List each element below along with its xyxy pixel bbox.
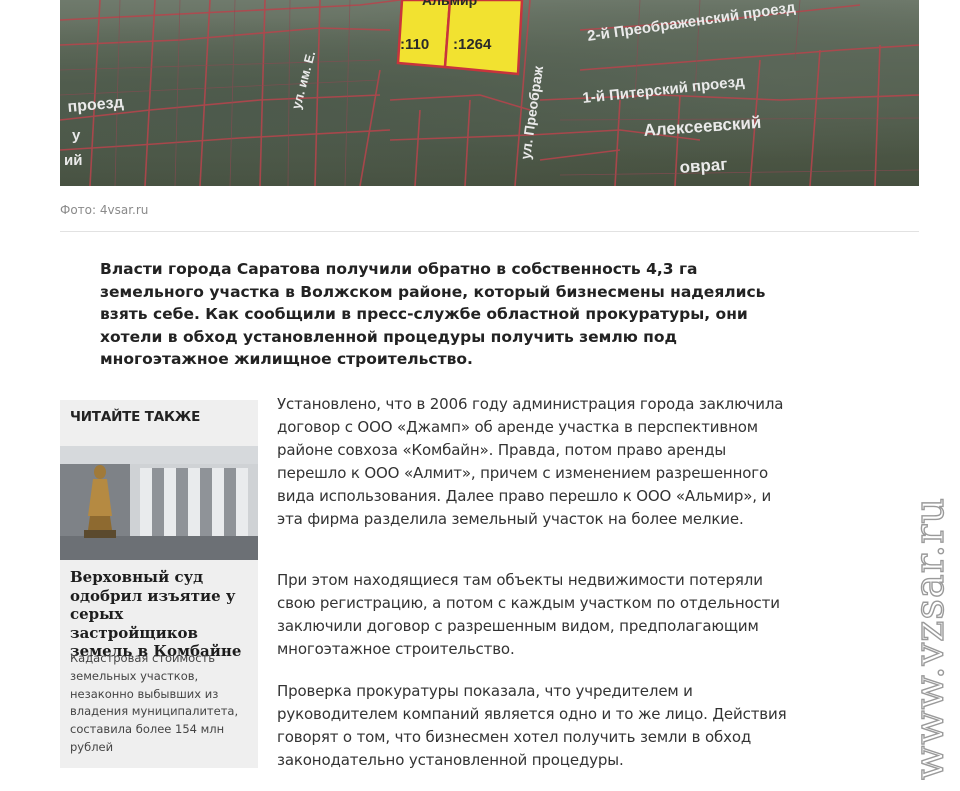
site-watermark: www.vzsar.ru <box>906 496 953 780</box>
court-building-image <box>60 446 258 560</box>
plot-label-110: :110 <box>400 36 429 53</box>
read-also-title[interactable]: Верховный суд одобрил изъятие у серых за… <box>70 568 252 661</box>
article-paragraph: При этом находящиеся там объекты недвижи… <box>277 571 780 658</box>
watermark-text: www.vzsar.ru <box>907 497 953 780</box>
read-also-card[interactable]: ЧИТАЙТЕ ТАКЖЕ Верховный суд одобрил изъя… <box>60 400 258 768</box>
plot-label-1264: :1264 <box>453 36 492 53</box>
article-paragraph: Проверка прокуратуры показала, что учред… <box>277 682 787 769</box>
divider <box>60 231 919 232</box>
map-label-y: у <box>72 127 81 144</box>
map-label-proezd: проезд <box>67 94 124 116</box>
article-lead: Власти города Саратова получили обратно … <box>100 260 766 368</box>
article-paragraph: Установлено, что в 2006 году администрац… <box>277 395 784 528</box>
map-label-iy: ий <box>64 152 82 169</box>
cadastral-map: Альмир :110 :1264 2-й Преображенский про… <box>60 0 919 186</box>
map-label-alekseevsky: Алексеевский <box>643 113 762 140</box>
plot-label-almir: Альмир <box>422 0 477 8</box>
read-also-description: Кадастровая стоимость земельных участков… <box>70 651 239 754</box>
map-label-preobrazhensky: 2-й Преображенский проезд <box>586 0 797 45</box>
map-label-street-im: ул. им. Е. <box>288 49 318 111</box>
map-label-ovrag: овраг <box>679 155 728 177</box>
read-also-heading: ЧИТАЙТЕ ТАКЖЕ <box>70 409 201 425</box>
read-also-image[interactable] <box>60 446 258 560</box>
map-label-pitersky: 1-й Питерский проезд <box>582 73 746 107</box>
photo-caption: Фото: 4vsar.ru <box>60 203 149 217</box>
article-hero-image: Альмир :110 :1264 2-й Преображенский про… <box>60 0 919 186</box>
